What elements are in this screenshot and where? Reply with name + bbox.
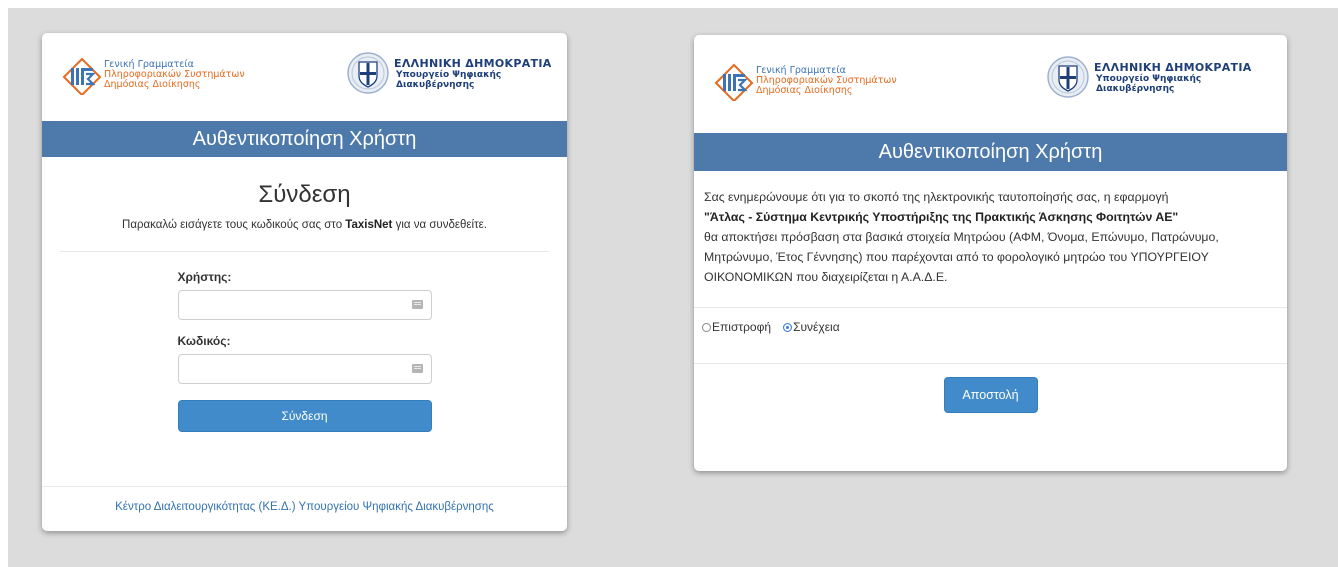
greek-seal-icon <box>347 52 389 94</box>
consent-card-header: Γενική Γραμματεία Πληροφοριακών Συστημάτ… <box>694 35 1287 133</box>
radio-continue-label[interactable]: Συνέχεια <box>793 320 840 334</box>
interoperability-center-link[interactable]: Κέντρο Διαλειτουργικότητας (ΚΕ.Δ.) Υπουρ… <box>42 486 567 531</box>
radio-continue[interactable]: Συνέχεια <box>783 320 840 334</box>
hellenic-republic-title: ΕΛΛΗΝΙΚΗ ΔΗΜΟΚΡΑΤΙΑ <box>1094 60 1252 74</box>
send-button[interactable]: Αποστολή <box>943 377 1038 413</box>
login-subtitle-after: για να συνδεθείτε. <box>395 219 487 231</box>
hellenic-republic-logo: ΕΛΛΗΝΙΚΗ ΔΗΜΟΚΡΑΤΙΑ Υπουργείο Ψηφιακής Δ… <box>346 51 552 95</box>
gsis-logo: Γενική Γραμματεία Πληροφοριακών Συστημάτ… <box>62 55 245 95</box>
username-field-wrapper <box>177 290 432 320</box>
password-label: Κωδικός: <box>177 334 231 348</box>
login-card-header: Γενική Γραμματεία Πληροφοριακών Συστημάτ… <box>42 33 567 121</box>
gsis-emblem-icon <box>714 63 754 101</box>
radio-back[interactable]: Επιστροφή <box>702 320 771 334</box>
login-heading: Σύνδεση <box>258 181 351 208</box>
ministry-line-1: Υπουργείο Ψηφιακής <box>396 69 502 80</box>
page-background: Γενική Γραμματεία Πληροφοριακών Συστημάτ… <box>8 8 1338 567</box>
login-card: Γενική Γραμματεία Πληροφοριακών Συστημάτ… <box>42 33 567 531</box>
notice-body: θα αποκτήσει πρόσβαση στα βασικά στοιχεί… <box>704 230 1219 284</box>
login-subtitle-before: Παρακαλώ εισάγετε τους κωδικούς σας στο <box>122 219 343 231</box>
keyboard-icon[interactable] <box>411 364 423 373</box>
keyboard-icon[interactable] <box>411 300 423 309</box>
divider <box>694 363 1287 364</box>
notice-intro: Σας ενημερώνουμε ότι για το σκοπό της ηλ… <box>704 190 1169 204</box>
username-input[interactable] <box>178 291 415 317</box>
consent-card: Γενική Γραμματεία Πληροφοριακών Συστημάτ… <box>694 35 1287 471</box>
consent-options: Επιστροφή Συνέχεια <box>694 308 1287 346</box>
ministry-line-2: Διακυβέρνησης <box>396 79 475 90</box>
radio-back-label[interactable]: Επιστροφή <box>712 320 771 334</box>
password-input[interactable] <box>178 355 415 381</box>
radio-back-indicator[interactable] <box>702 322 711 332</box>
username-label: Χρήστης: <box>177 270 232 284</box>
auth-title-bar: Αυθεντικοποίηση Χρήστη <box>694 133 1287 171</box>
ministry-line-1: Υπουργείο Ψηφιακής <box>1096 73 1202 84</box>
login-subtitle: Παρακαλώ εισάγετε τους κωδικούς σας στο … <box>42 219 567 231</box>
ministry-line-2: Διακυβέρνησης <box>1096 83 1175 94</box>
gsis-logo: Γενική Γραμματεία Πληροφοριακών Συστημάτ… <box>714 61 897 101</box>
login-form: Χρήστης: Κωδικός: Σύνδεση <box>177 270 432 432</box>
hellenic-republic-logo: ΕΛΛΗΝΙΚΗ ΔΗΜΟΚΡΑΤΙΑ Υπουργείο Ψηφιακής Δ… <box>1046 55 1252 99</box>
gsis-line-3: Δημόσιας Διοίκησης <box>756 85 853 96</box>
gsis-emblem-icon <box>62 57 102 95</box>
login-button[interactable]: Σύνδεση <box>177 400 432 432</box>
auth-title-bar: Αυθεντικοποίηση Χρήστη <box>42 121 567 157</box>
notice-app-name: "Άτλας - Σύστημα Κεντρικής Υποστήριξης τ… <box>704 210 1179 224</box>
greek-seal-icon <box>1047 56 1089 98</box>
hellenic-republic-title: ΕΛΛΗΝΙΚΗ ΔΗΜΟΚΡΑΤΙΑ <box>394 56 552 70</box>
gsis-line-3: Δημόσιας Διοίκησης <box>104 79 201 90</box>
consent-notice: Σας ενημερώνουμε ότι για το σκοπό της ηλ… <box>694 171 1287 287</box>
taxisnet-brand: TaxisNet <box>345 219 393 231</box>
radio-continue-indicator[interactable] <box>783 322 793 332</box>
divider <box>60 251 549 252</box>
password-field-wrapper <box>177 354 432 384</box>
